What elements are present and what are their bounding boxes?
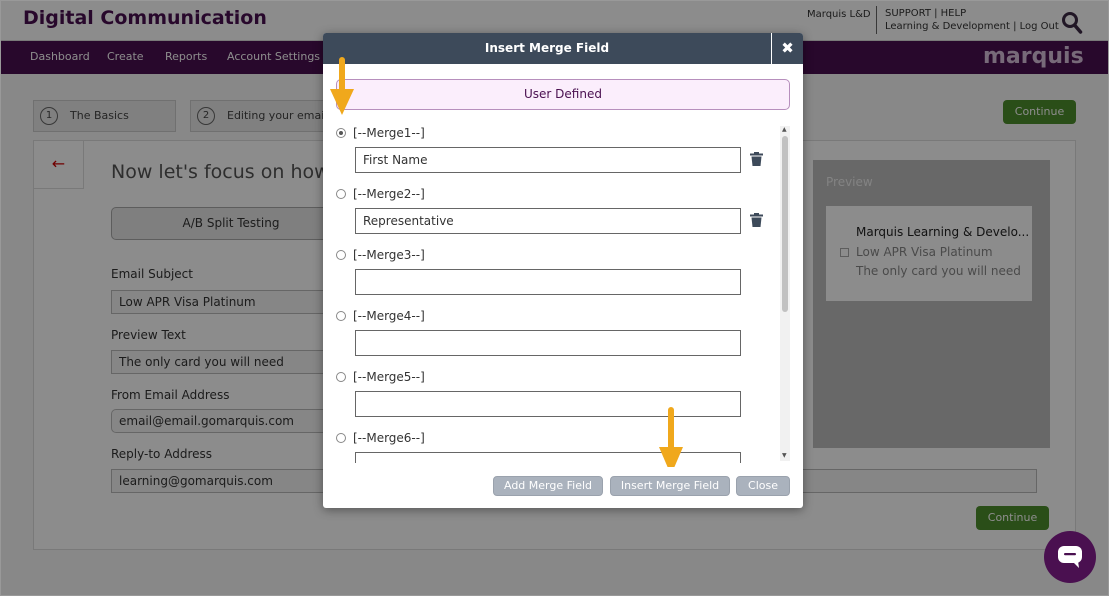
trash-icon[interactable] (750, 152, 763, 166)
merge1-radio[interactable] (336, 128, 346, 138)
merge5-radio[interactable] (336, 372, 346, 382)
insert-merge-field-modal: Insert Merge Field ✖ User Defined [--Mer… (323, 33, 803, 508)
merge4-radio[interactable] (336, 311, 346, 321)
merge2-radio[interactable] (336, 189, 346, 199)
merge-tag: [--Merge5--] (353, 370, 425, 384)
close-icon[interactable]: ✖ (771, 33, 803, 64)
merge1-input[interactable] (355, 147, 741, 173)
close-button[interactable]: Close (736, 476, 790, 496)
merge-tag: [--Merge4--] (353, 309, 425, 323)
scroll-thumb[interactable] (782, 136, 788, 312)
chat-button[interactable] (1044, 531, 1096, 583)
merge-field-item: [--Merge2--] (323, 186, 783, 246)
trash-icon[interactable] (750, 213, 763, 227)
scroll-up-icon[interactable]: ▲ (782, 126, 787, 133)
modal-header: Insert Merge Field ✖ (323, 33, 803, 64)
annotation-arrow-icon (330, 57, 354, 115)
merge6-radio[interactable] (336, 433, 346, 443)
scroll-down-icon[interactable]: ▼ (782, 452, 787, 459)
chat-icon (1058, 546, 1082, 568)
merge-field-list: [--Merge1--] [--Merge2--] [--Merge3--] (323, 125, 789, 463)
merge3-radio[interactable] (336, 250, 346, 260)
add-merge-field-button[interactable]: Add Merge Field (493, 476, 603, 496)
merge-field-item: [--Merge1--] (323, 125, 783, 185)
merge-field-item: [--Merge6--] (323, 430, 783, 463)
merge2-input[interactable] (355, 208, 741, 234)
merge-tag: [--Merge2--] (353, 187, 425, 201)
merge-field-item: [--Merge4--] (323, 308, 783, 368)
merge-tag: [--Merge6--] (353, 431, 425, 445)
merge3-input[interactable] (355, 269, 741, 295)
insert-merge-field-button[interactable]: Insert Merge Field (610, 476, 730, 496)
modal-title: Insert Merge Field (484, 41, 610, 55)
merge4-input[interactable] (355, 330, 741, 356)
tab-user-defined[interactable]: User Defined (336, 79, 790, 110)
merge-list-scrollbar[interactable]: ▲ ▼ (780, 126, 790, 461)
merge-field-item: [--Merge5--] (323, 369, 783, 429)
annotation-arrow-icon (659, 407, 683, 467)
merge-tag: [--Merge1--] (353, 126, 425, 140)
merge-field-item: [--Merge3--] (323, 247, 783, 307)
merge-tag: [--Merge3--] (353, 248, 425, 262)
